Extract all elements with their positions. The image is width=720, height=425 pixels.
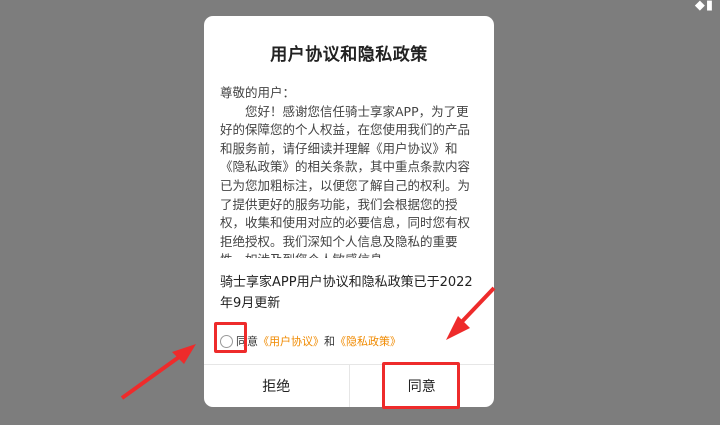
annotation-arrows [120, 286, 496, 400]
arrow-to-accept [446, 286, 496, 340]
arrow-to-radio [120, 344, 196, 400]
